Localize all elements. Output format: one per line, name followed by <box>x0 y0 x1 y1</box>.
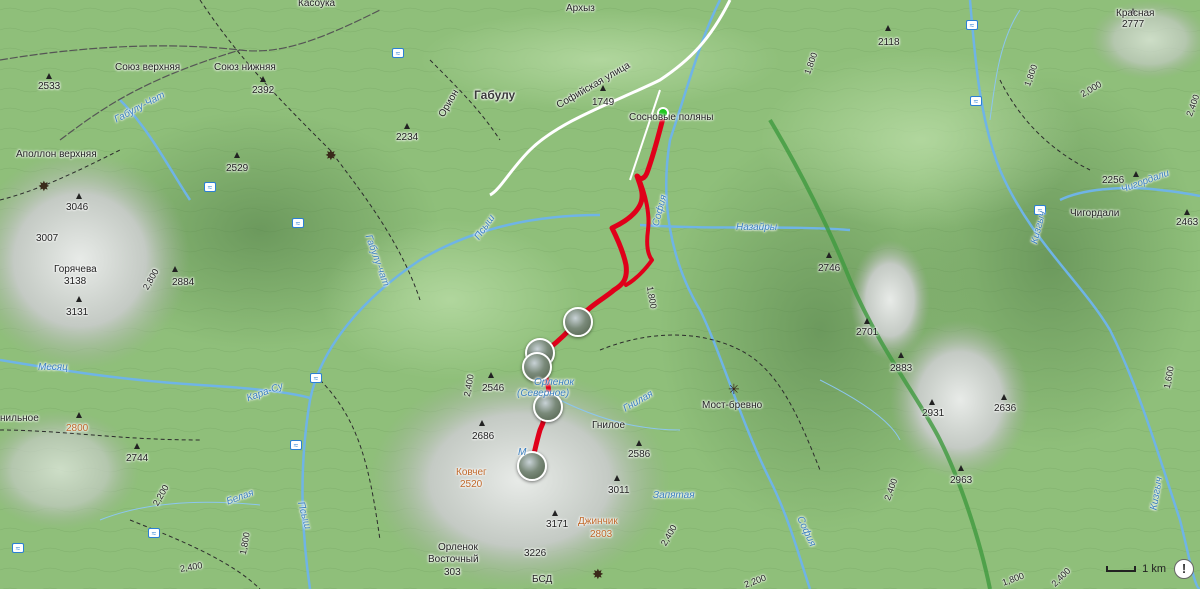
peak-icon <box>46 73 52 79</box>
label-apollon-upper: Аполлон верхняя <box>16 149 97 160</box>
peak-icon <box>1133 171 1139 177</box>
peak-icon <box>636 440 642 446</box>
elevation-label: 2686 <box>472 431 495 442</box>
viewpoint-icon: ✸ <box>38 178 50 194</box>
label-orlenok-east2: Восточный <box>428 554 479 565</box>
peak-icon <box>234 152 240 158</box>
label-bsd: БСД <box>532 574 553 585</box>
scale-bar: 1 km <box>1106 563 1166 575</box>
peak-icon <box>614 475 620 481</box>
peak-icon <box>1184 209 1190 215</box>
peak-icon <box>488 372 494 378</box>
label-kasovka: Касоука <box>298 0 336 9</box>
elevation-label: 2118 <box>878 37 900 48</box>
elevation-label: 3226 <box>524 548 547 559</box>
label-soyuz-upper: Союз верхняя <box>115 62 181 73</box>
label-nilnoe: нильное <box>0 413 39 424</box>
elevation-label: 2392 <box>252 85 275 96</box>
label-most-brevno: Мост-бревно <box>702 400 763 411</box>
peak-icon <box>552 510 558 516</box>
peak-icon <box>172 266 178 272</box>
label-mesyats: Месяц <box>38 362 68 373</box>
scale-bar-label: 1 km <box>1142 563 1166 575</box>
peak-icon <box>479 420 485 426</box>
label-gabulu: Габулу <box>474 88 516 102</box>
label-gniloe: Гнилое <box>592 420 626 431</box>
elevation-label: 2931 <box>922 408 945 419</box>
label-orlenok-north: Орленок <box>534 377 575 388</box>
elevation-label: 3171 <box>546 519 569 530</box>
elevation-label: 2533 <box>38 81 61 92</box>
label-krasnaya: Красная <box>1116 8 1155 19</box>
label-orlenok-east: Орленок <box>438 542 478 553</box>
bridge-icon: ✳ <box>728 381 740 397</box>
elevation-label: 2529 <box>226 163 249 174</box>
peak-icon <box>885 25 891 31</box>
peak-icon <box>929 399 935 405</box>
map-viewport[interactable]: ✸ ✸ ✳ ✸ ≈ ≈ ≈ ≈ ≈ ≈ ≈ ≈ ≈ ≈ Архыз Касоук… <box>0 0 1200 589</box>
waterfall-icon: ≈ <box>290 440 302 450</box>
label-kovcheg: Ковчег <box>456 467 487 478</box>
map-info-button[interactable]: ! <box>1174 559 1194 579</box>
label-dzhinchik: Джинчик <box>578 516 618 527</box>
viewpoint-icon: ✸ <box>325 147 337 163</box>
elevation-label: 2803 <box>590 529 613 540</box>
peak-icon <box>1001 394 1007 400</box>
elevation-label: 2636 <box>994 403 1017 414</box>
label-zapyataya: Запятая <box>653 490 695 501</box>
elevation-label: 2546 <box>482 383 505 394</box>
waterfall-icon: ≈ <box>12 543 24 553</box>
elevation-label: 2234 <box>396 132 419 143</box>
elevation-label: 2701 <box>856 327 879 338</box>
peak-icon <box>864 318 870 324</box>
elevation-label: 2884 <box>172 277 195 288</box>
elevation-label: 3131 <box>66 307 89 318</box>
elevation-label: 3011 <box>608 485 630 496</box>
peak-icon <box>898 352 904 358</box>
elevation-label: 2777 <box>1122 19 1145 30</box>
elevation-label: 2744 <box>126 453 149 464</box>
elevation-label: 2586 <box>628 449 651 460</box>
waterfall-icon: ≈ <box>392 48 404 58</box>
elevation-label: 303 <box>444 567 461 578</box>
scale-bar-line <box>1106 566 1137 572</box>
elevation-label: 2463 <box>1176 217 1199 228</box>
waterfall-icon: ≈ <box>204 182 216 192</box>
label-goryacheva: Горячева <box>54 264 97 275</box>
elevation-label: 3138 <box>64 276 87 287</box>
peak-icon <box>76 296 82 302</box>
peak-icon <box>76 193 82 199</box>
label-marker-m: М <box>518 447 527 458</box>
elevation-label: 2963 <box>950 475 973 486</box>
label-chigordali: Чигордали <box>1070 208 1120 219</box>
viewpoint-icon: ✸ <box>592 566 604 582</box>
peak-icon <box>260 76 266 82</box>
elevation-label: 2800 <box>66 423 89 434</box>
elevation-label: 1749 <box>592 97 615 108</box>
peak-icon <box>826 252 832 258</box>
elevation-label: 3046 <box>66 202 89 213</box>
label-sosnovye-polyany: Сосновые поляны <box>629 112 714 123</box>
waterfall-icon: ≈ <box>292 218 304 228</box>
waterfall-icon: ≈ <box>148 528 160 538</box>
peak-icon <box>958 465 964 471</box>
waterfall-icon: ≈ <box>966 20 978 30</box>
elevation-label: 3007 <box>36 233 59 244</box>
peak-icon <box>76 412 82 418</box>
elevation-label: 2256 <box>1102 175 1125 186</box>
label-arkhyz: Архыз <box>566 3 595 14</box>
waterfall-icon: ≈ <box>310 373 322 383</box>
peak-icon <box>404 123 410 129</box>
waterfall-icon: ≈ <box>970 96 982 106</box>
label-orlenok-north2: (Северное) <box>517 388 570 399</box>
elevation-label: 2883 <box>890 363 913 374</box>
photo-marker-1[interactable] <box>563 307 593 337</box>
label-nazairy: Назайры <box>736 222 778 233</box>
peak-icon <box>134 443 140 449</box>
label-soyuz-lower: Союз нижняя <box>214 62 276 73</box>
elevation-label: 2520 <box>460 479 483 490</box>
elevation-label: 2746 <box>818 263 841 274</box>
